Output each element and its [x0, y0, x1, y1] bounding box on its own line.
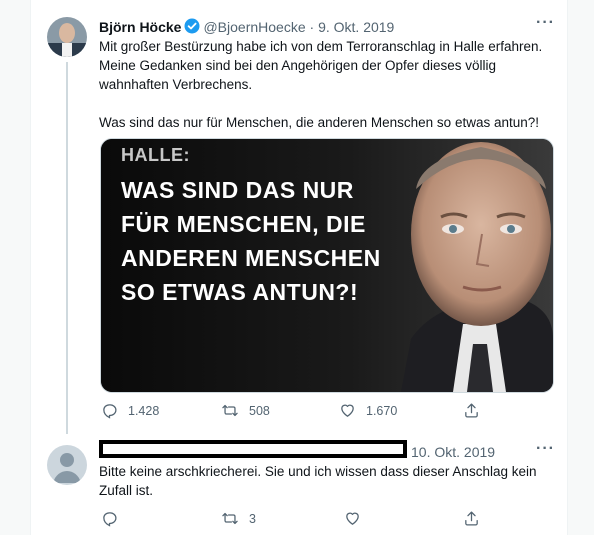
reply-reply-button[interactable]: [101, 510, 128, 527]
share-icon: [465, 403, 478, 418]
retweet-icon: [222, 512, 238, 525]
media-headline: WAS SIND DAS NUR FÜR MENSCHEN, DIE ANDER…: [121, 177, 381, 305]
reply-text: Bitte keine arschkriecherei. Sie und ich…: [99, 464, 537, 498]
thread-line: [66, 62, 68, 434]
reply-icon: [103, 512, 117, 527]
reply-more-icon[interactable]: ···: [536, 440, 555, 458]
reply-like-button[interactable]: [344, 510, 371, 527]
redacted-author: [99, 440, 407, 458]
reply-button[interactable]: 1.428: [101, 402, 159, 419]
reply-avatar[interactable]: [47, 445, 87, 485]
verified-icon: [184, 18, 200, 37]
share-icon: [465, 511, 478, 526]
like-button[interactable]: 1.670: [339, 402, 397, 419]
author-avatar[interactable]: [47, 17, 87, 57]
reply-date[interactable]: 10. Okt. 2019: [411, 444, 495, 460]
like-icon: [341, 404, 354, 417]
author-name[interactable]: Björn Höcke: [99, 19, 181, 35]
reply-share-button[interactable]: [463, 510, 490, 527]
timeline-card: Björn Höcke @BjoernHoecke · 9. Okt. 2019 …: [30, 0, 568, 535]
share-button[interactable]: [463, 402, 490, 419]
reply-retweet-count: 3: [249, 511, 256, 526]
like-icon: [346, 512, 359, 525]
tweet-header: Björn Höcke @BjoernHoecke · 9. Okt. 2019: [99, 18, 394, 37]
tweet-date[interactable]: 9. Okt. 2019: [318, 19, 394, 35]
author-handle[interactable]: @BjoernHoecke: [203, 19, 305, 35]
reply-count: 1.428: [128, 403, 160, 418]
retweet-icon: [222, 404, 238, 417]
separator: ·: [309, 19, 315, 35]
tweet-reply[interactable]: 10. Okt. 2019 ··· Bitte keine arschkriec…: [31, 435, 567, 535]
tweet-media-image[interactable]: HALLE: WAS SIND DAS NUR FÜR MENSCHEN, DI…: [100, 138, 554, 393]
more-icon[interactable]: ···: [536, 14, 555, 32]
reply-retweet-button[interactable]: 3: [221, 510, 256, 527]
reply-header: 10. Okt. 2019: [411, 444, 495, 460]
media-kicker: HALLE:: [121, 145, 190, 165]
retweet-button[interactable]: 508: [221, 402, 270, 419]
tweet-text: Mit großer Bestürzung habe ich von dem T…: [99, 39, 543, 130]
reply-icon: [103, 404, 117, 419]
retweet-count: 508: [249, 403, 270, 418]
tweet-main[interactable]: Björn Höcke @BjoernHoecke · 9. Okt. 2019 …: [31, 0, 567, 435]
like-count: 1.670: [366, 403, 398, 418]
